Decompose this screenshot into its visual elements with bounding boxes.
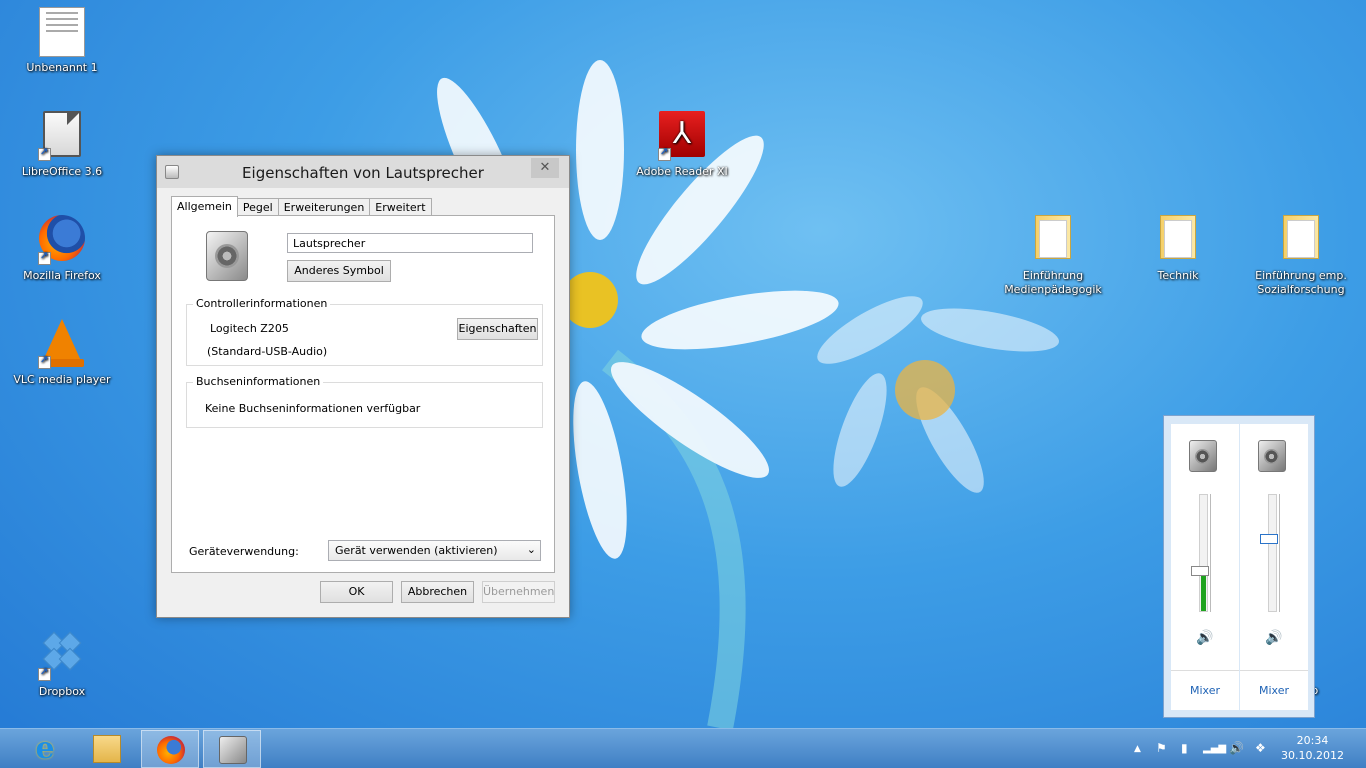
- speaker-properties-dialog: Eigenschaften von Lautsprecher ✕ Allgeme…: [156, 155, 570, 618]
- folder-icon: [1154, 215, 1202, 265]
- internet-explorer-icon: e: [35, 731, 55, 766]
- controller-info-legend: Controllerinformationen: [193, 297, 331, 310]
- speaker-icon[interactable]: [1258, 440, 1286, 472]
- desktop-icon-label: Einführung emp. Sozialforschung: [1255, 269, 1347, 296]
- firefox-icon: [157, 736, 185, 764]
- taskbar-internet-explorer[interactable]: e: [16, 730, 74, 768]
- ok-button[interactable]: OK: [320, 581, 393, 603]
- desktop-icon-unbenannt[interactable]: Unbenannt 1: [7, 7, 117, 75]
- cancel-button[interactable]: Abbrechen: [401, 581, 474, 603]
- clock-date: 30.10.2012: [1281, 749, 1344, 762]
- volume-slider-thumb[interactable]: [1191, 565, 1209, 576]
- jack-info-legend: Buchseninformationen: [193, 375, 324, 388]
- device-usage-select[interactable]: Gerät verwenden (aktivieren) ⌄: [328, 540, 541, 561]
- mixer-link[interactable]: Mixer: [1240, 684, 1308, 697]
- device-usage-value: Gerät verwenden (aktivieren): [335, 544, 498, 557]
- desktop-icon-dropbox[interactable]: Dropbox: [7, 631, 117, 699]
- shortcut-arrow-icon: [38, 146, 51, 161]
- slider-ticks: [1210, 494, 1215, 612]
- desktop-icon-label: Dropbox: [38, 685, 86, 698]
- volume-mixer-flyout: 🔊 Mixer 🔊 Mixer: [1163, 415, 1315, 718]
- desktop-icon-label: Einführung Medienpädagogik: [1004, 269, 1102, 296]
- adobe-reader-icon: ⅄: [658, 111, 706, 161]
- controller-driver: (Standard-USB-Audio): [207, 345, 328, 358]
- desktop-icon-label: Adobe Reader XI: [636, 165, 728, 178]
- desktop-icon-label: LibreOffice 3.6: [21, 165, 103, 178]
- network-icon[interactable]: ▂▄▆: [1203, 743, 1226, 754]
- volume-mute-icon[interactable]: 🔊: [1171, 630, 1239, 646]
- dropbox-icon: [38, 631, 86, 681]
- desktop-icon-folder-sozialforschung[interactable]: Einführung emp. Sozialforschung: [1246, 215, 1356, 297]
- volume-mute-icon[interactable]: 🔊: [1240, 630, 1308, 646]
- clock-time: 20:34: [1296, 734, 1329, 747]
- desktop-icon-label: Technik: [1157, 269, 1199, 282]
- desktop-icon-label: Unbenannt 1: [26, 61, 98, 74]
- device-usage-label: Geräteverwendung:: [189, 545, 299, 558]
- firefox-icon: [38, 215, 86, 265]
- general-tab-panel: Anderes Symbol Controllerinformationen L…: [171, 215, 555, 573]
- device-name-input[interactable]: [287, 233, 533, 253]
- speaker-icon[interactable]: [1189, 440, 1217, 472]
- controller-properties-button[interactable]: Eigenschaften: [457, 318, 538, 340]
- volume-slider-track[interactable]: [1199, 494, 1208, 612]
- vlc-icon: [38, 319, 86, 369]
- apply-button[interactable]: Übernehmen: [482, 581, 555, 603]
- mixer-column-speakers: 🔊 Mixer: [1171, 424, 1239, 710]
- change-icon-button[interactable]: Anderes Symbol: [287, 260, 391, 282]
- controller-name: Logitech Z205: [210, 322, 289, 335]
- dialog-titlebar[interactable]: Eigenschaften von Lautsprecher ✕: [157, 156, 569, 188]
- desktop-icon-folder-medienpaedagogik[interactable]: Einführung Medienpädagogik: [998, 215, 1108, 297]
- divider: [1240, 670, 1308, 671]
- slider-ticks: [1279, 494, 1284, 612]
- mixer-link[interactable]: Mixer: [1171, 684, 1239, 697]
- controller-info-group: Controllerinformationen Logitech Z205 (S…: [186, 297, 543, 366]
- shortcut-arrow-icon: [658, 146, 671, 161]
- taskbar-file-explorer[interactable]: [78, 730, 136, 768]
- libreoffice-icon: [38, 111, 86, 161]
- jack-info-group: Buchseninformationen Keine Buchseninform…: [186, 375, 543, 428]
- folder-icon: [1029, 215, 1077, 265]
- action-center-flag-icon[interactable]: ⚑: [1156, 741, 1167, 755]
- chevron-down-icon: ⌄: [526, 543, 536, 556]
- shortcut-arrow-icon: [38, 250, 51, 265]
- desktop-icon-label: VLC media player: [13, 373, 111, 386]
- document-icon: [38, 7, 86, 57]
- tab-allgemein[interactable]: Allgemein: [171, 196, 238, 217]
- taskbar-firefox[interactable]: [141, 730, 199, 768]
- volume-slider-thumb[interactable]: [1260, 533, 1278, 544]
- desktop-icon-vlc[interactable]: VLC media player: [7, 319, 117, 387]
- file-explorer-icon: [93, 735, 121, 763]
- mixer-column-device-2: 🔊 Mixer: [1240, 424, 1308, 710]
- desktop-icon-adobe-reader[interactable]: ⅄ Adobe Reader XI: [627, 111, 737, 179]
- volume-icon[interactable]: 🔊: [1229, 741, 1244, 755]
- desktop-icon-firefox[interactable]: Mozilla Firefox: [7, 215, 117, 283]
- jack-info-text: Keine Buchseninformationen verfügbar: [205, 402, 421, 415]
- volume-level-fill: [1201, 570, 1206, 611]
- show-hidden-icons[interactable]: ▲: [1134, 744, 1141, 754]
- power-icon[interactable]: ▮: [1181, 741, 1188, 755]
- volume-slider-track[interactable]: [1268, 494, 1277, 612]
- dialog-title: Eigenschaften von Lautsprecher: [242, 164, 484, 182]
- close-button[interactable]: ✕: [531, 158, 559, 178]
- taskbar: e ▲ ⚑ ▮ ▂▄▆ 🔊 ❖ 20:34 30.10.2012: [0, 728, 1366, 768]
- desktop-icon-folder-technik[interactable]: Technik: [1123, 215, 1233, 283]
- folder-icon: [1277, 215, 1325, 265]
- desktop-icon-libreoffice[interactable]: LibreOffice 3.6: [7, 111, 117, 179]
- dropbox-tray-icon[interactable]: ❖: [1255, 741, 1266, 755]
- close-icon: ✕: [539, 160, 551, 175]
- shortcut-arrow-icon: [38, 666, 51, 681]
- shortcut-arrow-icon: [38, 354, 51, 369]
- speaker-icon: [219, 736, 247, 764]
- clock[interactable]: 20:34 30.10.2012: [1281, 733, 1344, 763]
- divider: [1171, 670, 1239, 671]
- taskbar-sound[interactable]: [203, 730, 261, 768]
- tab-strip: Allgemein Pegel Erweiterungen Erweitert: [171, 196, 432, 217]
- desktop-icon-label: Mozilla Firefox: [23, 269, 101, 282]
- speaker-icon: [206, 231, 248, 281]
